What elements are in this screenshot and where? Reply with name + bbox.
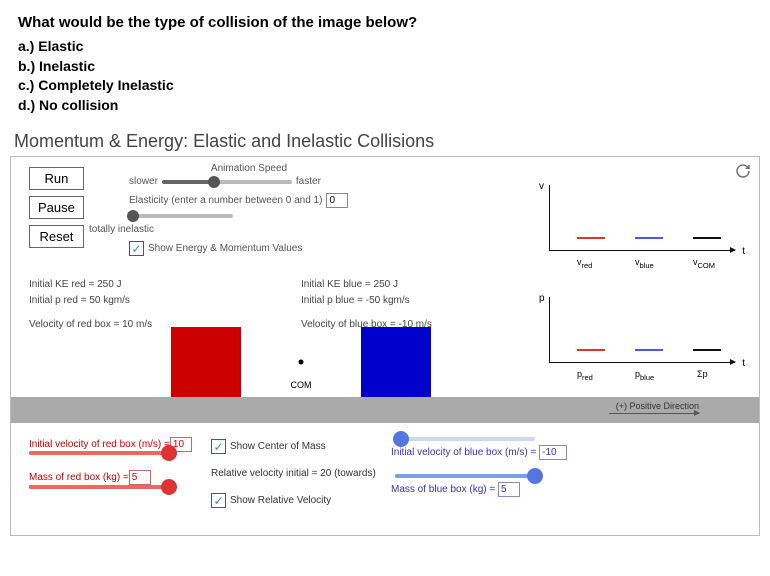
option-d: d.) No collision — [18, 96, 752, 116]
com-dot-icon — [299, 360, 304, 365]
elasticity-label: Elasticity (enter a number between 0 and… — [129, 195, 322, 206]
blue-iv-label: Initial velocity of blue box (m/s) = — [391, 447, 536, 458]
positive-direction-arrow-icon — [609, 413, 699, 414]
momentum-graph: p t pred pblue Σp — [515, 293, 745, 379]
red-iv-label: Initial velocity of red box (m/s) = — [29, 439, 170, 450]
elasticity-input[interactable] — [326, 193, 348, 208]
show-energy-label: Show Energy & Momentum Values — [148, 243, 302, 254]
simulation-panel: Run Pause Reset Animation Speed slower f… — [10, 156, 760, 536]
show-com-checkbox[interactable]: ✓ — [211, 439, 226, 454]
slower-label: slower — [129, 176, 158, 187]
red-v: Velocity of red box = 10 m/s — [29, 317, 152, 333]
show-com-label: Show Center of Mass — [230, 441, 326, 452]
blue-mass-slider[interactable] — [395, 474, 535, 478]
g1-ylabel: v — [539, 181, 544, 192]
anim-speed-slider[interactable] — [162, 180, 292, 184]
anim-speed-heading: Animation Speed — [129, 163, 369, 174]
option-b: b.) Inelastic — [18, 57, 752, 77]
show-rel-vel-checkbox[interactable]: ✓ — [211, 493, 226, 508]
collision-stage: COM — [171, 327, 431, 397]
positive-direction-label: (+) Positive Direction — [616, 401, 699, 411]
pause-button[interactable]: Pause — [29, 196, 84, 219]
g1-xlabel: t — [742, 246, 745, 257]
option-c: c.) Completely Inelastic — [18, 76, 752, 96]
totally-inelastic-label: totally inelastic — [89, 224, 154, 235]
g2-ylabel: p — [539, 293, 545, 304]
blue-iv-input[interactable] — [539, 445, 567, 460]
velocity-graph: v t vred vblue vCOM — [515, 181, 745, 267]
blue-box[interactable] — [361, 327, 431, 397]
refresh-icon[interactable] — [735, 163, 751, 182]
faster-label: faster — [296, 176, 321, 187]
elasticity-slider[interactable] — [133, 214, 233, 218]
option-a: a.) Elastic — [18, 37, 752, 57]
blue-p: Initial p blue = -50 kgm/s — [301, 293, 432, 309]
show-energy-checkbox[interactable]: ✓ — [129, 241, 144, 256]
blue-iv-slider[interactable] — [395, 437, 535, 441]
com-label: COM — [291, 380, 312, 390]
red-box[interactable] — [171, 327, 241, 397]
sim-title: Momentum & Energy: Elastic and Inelastic… — [0, 125, 770, 156]
g2-xlabel: t — [742, 358, 745, 369]
rel-vel-initial-label: Relative velocity initial = 20 (towards) — [211, 468, 376, 479]
question-prompt: What would be the type of collision of t… — [18, 14, 752, 31]
reset-button[interactable]: Reset — [29, 225, 84, 248]
blue-ke: Initial KE blue = 250 J — [301, 277, 432, 293]
show-rel-vel-label: Show Relative Velocity — [230, 495, 331, 506]
red-mass-label: Mass of red box (kg) = — [29, 472, 129, 483]
red-mass-input[interactable] — [129, 470, 151, 485]
red-mass-slider[interactable] — [29, 485, 169, 489]
run-button[interactable]: Run — [29, 167, 84, 190]
red-p: Initial p red = 50 kgm/s — [29, 293, 152, 309]
red-ke: Initial KE red = 250 J — [29, 277, 152, 293]
blue-mass-label: Mass of blue box (kg) = — [391, 484, 495, 495]
red-iv-slider[interactable] — [29, 451, 169, 455]
blue-mass-input[interactable] — [498, 482, 520, 497]
